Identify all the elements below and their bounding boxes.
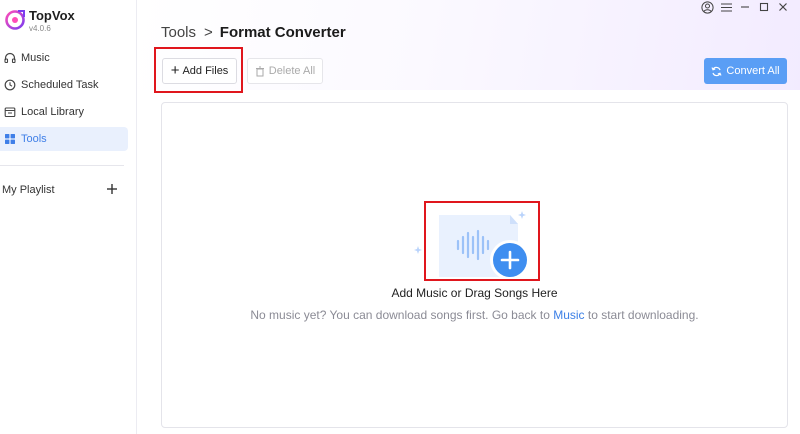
- delete-all-label: Delete All: [268, 65, 316, 77]
- sidebar-item-label: Scheduled Task: [21, 79, 99, 91]
- dropzone-title: Add Music or Drag Songs Here: [391, 286, 558, 300]
- sidebar-item-music[interactable]: Music: [0, 46, 128, 70]
- clock-icon: [1, 79, 19, 91]
- chevron-right-icon: >: [204, 24, 213, 41]
- window-controls: [697, 0, 792, 14]
- menu-icon[interactable]: [717, 0, 735, 14]
- dropzone-hint-text: No music yet? You can download songs fir…: [250, 308, 554, 322]
- minimize-icon[interactable]: [736, 0, 754, 14]
- breadcrumb-parent[interactable]: Tools: [161, 24, 196, 41]
- my-playlist-label: My Playlist: [2, 184, 55, 196]
- music-link[interactable]: Music: [553, 308, 584, 322]
- sidebar-item-label: Music: [21, 52, 50, 64]
- delete-all-button[interactable]: Delete All: [247, 58, 323, 84]
- app-name: TopVox: [29, 8, 75, 23]
- dropzone-hint-text-end: to start downloading.: [584, 308, 699, 322]
- main-panel: Tools > Format Converter + Add Files Del…: [137, 0, 800, 434]
- sidebar-item-label: Local Library: [21, 106, 84, 118]
- sidebar-item-scheduled-task[interactable]: Scheduled Task: [0, 73, 128, 97]
- trash-icon: [255, 66, 264, 76]
- tools-grid-icon: [1, 133, 19, 145]
- sidebar: TopVox v4.0.6 Music Scheduled Task Local…: [0, 0, 137, 434]
- sidebar-item-label: Tools: [21, 133, 47, 145]
- app-window: TopVox v4.0.6 Music Scheduled Task Local…: [0, 0, 800, 434]
- convert-all-button[interactable]: Convert All: [704, 58, 787, 84]
- breadcrumb: Tools > Format Converter: [161, 24, 346, 41]
- highlight-box-dropzone-icon: [424, 201, 540, 281]
- sidebar-item-tools[interactable]: Tools: [0, 127, 128, 151]
- convert-all-label: Convert All: [726, 65, 780, 77]
- dropzone-hint: No music yet? You can download songs fir…: [162, 308, 787, 322]
- maximize-icon[interactable]: [755, 0, 773, 14]
- highlight-box-add-files: [154, 47, 243, 93]
- refresh-icon: [711, 66, 722, 76]
- topvox-logo-icon: [5, 10, 25, 30]
- app-version: v4.0.6: [29, 24, 51, 33]
- page-title: Format Converter: [219, 24, 346, 41]
- close-icon[interactable]: [774, 0, 792, 14]
- account-icon[interactable]: [698, 0, 716, 14]
- headphones-icon: [1, 52, 19, 64]
- add-playlist-icon[interactable]: [105, 182, 119, 196]
- library-icon: [1, 106, 19, 118]
- sidebar-item-local-library[interactable]: Local Library: [0, 100, 128, 124]
- sidebar-divider: [0, 165, 124, 166]
